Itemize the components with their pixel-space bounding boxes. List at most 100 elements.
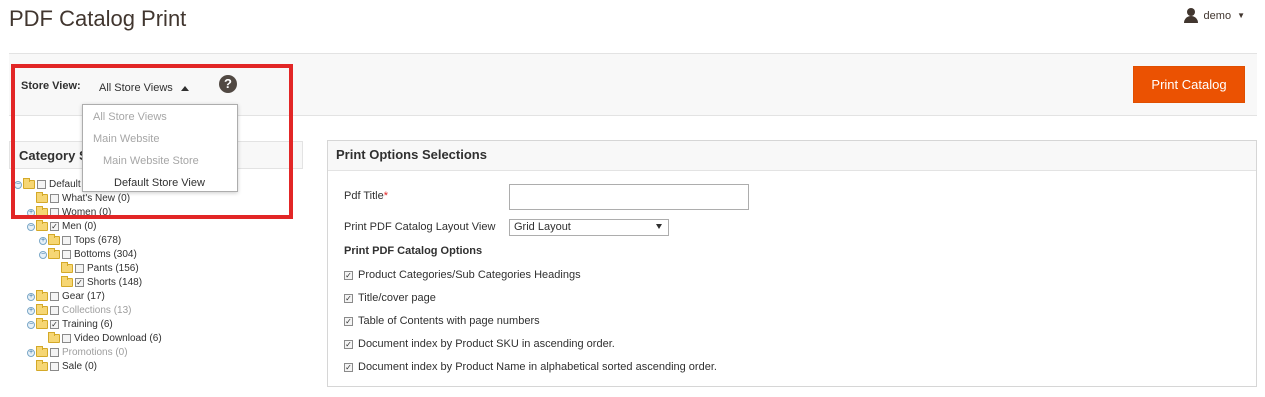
tree-node-sale[interactable]: Sale (0) (27, 360, 97, 373)
tree-node-video-download[interactable]: Video Download (6) (39, 332, 162, 345)
checkbox[interactable] (62, 250, 71, 259)
folder-icon (36, 290, 48, 301)
option-label: Title/cover page (358, 292, 436, 304)
dropdown-option-all-store-views[interactable]: All Store Views (93, 111, 167, 123)
help-icon[interactable]: ? (219, 75, 237, 93)
folder-icon (36, 360, 48, 371)
tree-node-training[interactable]: − ✓ Training (6) (27, 318, 113, 331)
checkbox[interactable] (50, 208, 59, 217)
checkbox[interactable] (62, 334, 71, 343)
expand-icon[interactable]: + (27, 208, 35, 217)
checkbox[interactable]: ✓ (344, 293, 353, 303)
checkbox[interactable]: ✓ (344, 362, 353, 372)
print-options-title: Print Options Selections (336, 147, 487, 162)
tree-node-collections[interactable]: + Collections (13) (27, 304, 131, 317)
tree-node-promotions[interactable]: + Promotions (0) (27, 346, 128, 359)
folder-icon (36, 192, 48, 203)
option-index-by-sku[interactable]: ✓ Document index by Product SKU in ascen… (344, 338, 615, 350)
checkbox[interactable]: ✓ (344, 339, 353, 349)
layout-view-value: Grid Layout (514, 221, 571, 233)
tree-node-label: Default (49, 179, 81, 190)
user-menu[interactable]: demo ▼ (1183, 8, 1245, 23)
checkbox[interactable] (50, 348, 59, 357)
option-index-by-name[interactable]: ✓ Document index by Product Name in alph… (344, 361, 717, 373)
folder-icon (61, 262, 73, 273)
checkbox[interactable] (50, 292, 59, 301)
folder-icon (36, 318, 48, 329)
option-category-headings[interactable]: ✓ Product Categories/Sub Categories Head… (344, 269, 581, 281)
tree-node-label: Gear (17) (62, 291, 105, 302)
tree-node-label: Sale (0) (62, 361, 98, 372)
option-label: Table of Contents with page numbers (358, 315, 540, 327)
caret-up-icon (180, 85, 189, 91)
store-view-dropdown: All Store Views Main Website Main Websit… (82, 104, 238, 192)
checkbox[interactable] (50, 194, 59, 203)
checkbox[interactable]: ✓ (344, 270, 353, 280)
tree-node-tops[interactable]: + Tops (678) (39, 234, 121, 247)
tree-node-gear[interactable]: + Gear (17) (27, 290, 105, 303)
page-title: PDF Catalog Print (9, 6, 187, 31)
tree-node-label: Shorts (148) (87, 277, 143, 288)
catalog-options-heading: Print PDF Catalog Options (344, 245, 483, 257)
expand-icon[interactable]: + (39, 236, 47, 245)
layout-view-select[interactable]: Grid Layout (509, 219, 669, 236)
expand-icon[interactable]: + (27, 292, 35, 301)
checkbox[interactable]: ✓ (75, 278, 84, 287)
collapse-icon[interactable]: − (39, 250, 47, 259)
checkbox[interactable] (75, 264, 84, 273)
folder-icon (48, 248, 60, 259)
tree-node-label: Pants (156) (87, 263, 139, 274)
option-label: Document index by Product Name in alphab… (358, 361, 717, 373)
tree-node-pants[interactable]: Pants (156) (52, 262, 139, 275)
checkbox[interactable]: ✓ (344, 316, 353, 326)
pdf-title-label: Pdf Title* (344, 190, 389, 202)
category-panel-title: Category S (19, 148, 88, 163)
option-cover-page[interactable]: ✓ Title/cover page (344, 292, 436, 304)
tree-node-men[interactable]: − ✓ Men (0) (27, 220, 96, 233)
checkbox[interactable]: ✓ (50, 222, 59, 231)
print-options-header: Print Options Selections (328, 141, 1256, 171)
tree-node-whats-new[interactable]: What's New (0) (27, 192, 130, 205)
store-view-selected: All Store Views (99, 82, 173, 94)
tree-node-label: What's New (0) (62, 193, 131, 204)
folder-icon (36, 304, 48, 315)
expand-icon[interactable]: + (27, 306, 35, 315)
layout-view-label: Print PDF Catalog Layout View (344, 221, 496, 233)
print-catalog-button[interactable]: Print Catalog (1133, 66, 1245, 103)
option-label: Document index by Product SKU in ascendi… (358, 338, 615, 350)
chevron-down-icon (656, 224, 662, 229)
tree-node-women[interactable]: + Women (0) (27, 206, 111, 219)
tree-node-shorts[interactable]: ✓ Shorts (148) (52, 276, 142, 289)
checkbox[interactable] (50, 362, 59, 371)
user-name: demo (1203, 9, 1232, 22)
checkbox[interactable]: ✓ (50, 320, 59, 329)
store-view-switcher[interactable]: All Store Views (99, 82, 189, 94)
collapse-icon[interactable]: − (27, 320, 35, 329)
checkbox[interactable] (62, 236, 71, 245)
folder-icon (36, 346, 48, 357)
user-icon (1183, 8, 1198, 23)
tree-node-label: Training (6) (62, 319, 113, 330)
folder-icon (36, 220, 48, 231)
tree-node-label: Collections (13) (62, 305, 132, 316)
dropdown-option-default-store-view[interactable]: Default Store View (114, 177, 205, 189)
store-view-label: Store View: (21, 80, 81, 92)
tree-node-label: Men (0) (62, 221, 97, 232)
collapse-icon[interactable]: − (14, 180, 22, 189)
pdf-title-input[interactable] (509, 184, 749, 210)
collapse-icon[interactable]: − (27, 222, 35, 231)
option-table-of-contents[interactable]: ✓ Table of Contents with page numbers (344, 315, 540, 327)
tree-node-bottoms[interactable]: − Bottoms (304) (39, 248, 137, 261)
tree-node-label: Tops (678) (74, 235, 122, 246)
folder-icon (48, 234, 60, 245)
checkbox[interactable] (50, 306, 59, 315)
tree-node-default[interactable]: − Default (14, 178, 81, 191)
dropdown-option-main-website-store[interactable]: Main Website Store (103, 155, 199, 167)
dropdown-option-main-website[interactable]: Main Website (93, 133, 159, 145)
option-label: Product Categories/Sub Categories Headin… (358, 269, 581, 281)
tree-node-label: Promotions (0) (62, 347, 128, 358)
folder-icon (36, 206, 48, 217)
checkbox[interactable] (37, 180, 46, 189)
folder-icon (23, 178, 35, 189)
expand-icon[interactable]: + (27, 348, 35, 357)
